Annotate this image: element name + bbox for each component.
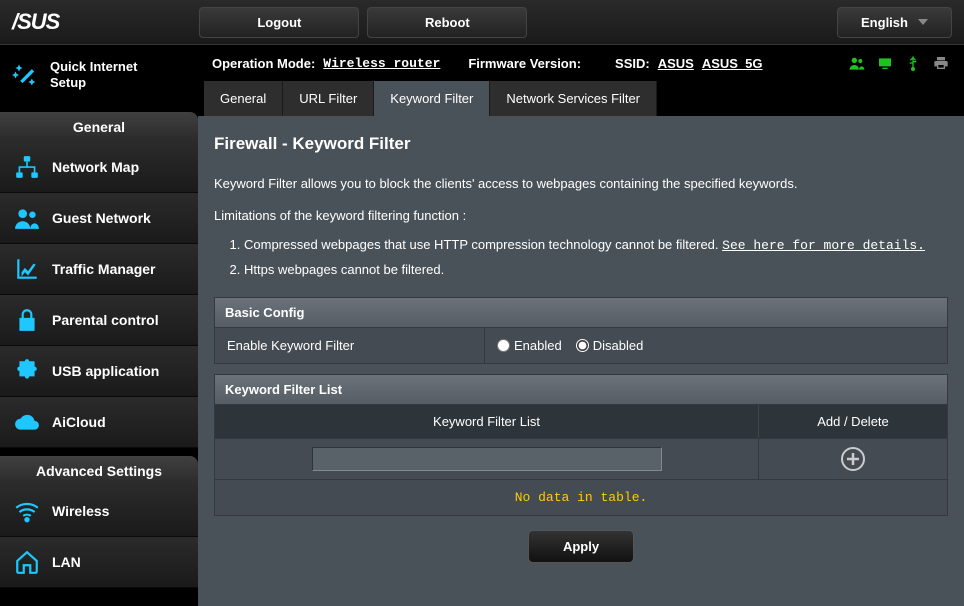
users-icon [14,205,40,231]
tabs: General URL Filter Keyword Filter Networ… [198,81,964,116]
keyword-input[interactable] [312,447,662,471]
sidebar-item-label: Traffic Manager [52,261,155,277]
sidebar-item-network-map[interactable]: Network Map [0,142,198,193]
general-section-header: General [0,112,198,142]
advanced-section-header: Advanced Settings [0,456,198,486]
sidebar-item-usb-application[interactable]: USB application [0,346,198,397]
info-bar: Operation Mode: Wireless router Firmware… [198,45,964,81]
wifi-icon [14,498,40,524]
page-description: Keyword Filter allows you to block the c… [214,174,948,194]
sidebar-item-label: Network Map [52,159,139,175]
tab-keyword-filter[interactable]: Keyword Filter [374,81,490,116]
limitations-title: Limitations of the keyword filtering fun… [214,208,948,223]
column-keyword-filter-list: Keyword Filter List [215,405,759,438]
limitations-list: Compressed webpages that use HTTP compre… [244,233,948,283]
quick-setup-label: Quick Internet Setup [50,59,137,90]
limitation-item: Compressed webpages that use HTTP compre… [244,233,948,259]
enabled-label: Enabled [514,338,562,353]
language-label: English [861,15,908,30]
column-add-delete: Add / Delete [759,405,947,438]
reboot-button[interactable]: Reboot [367,7,527,38]
ssid-label: SSID: [615,56,650,71]
wand-icon [12,61,40,89]
cloud-icon [14,409,40,435]
sidebar-item-label: LAN [52,554,81,570]
sidebar-item-guest-network[interactable]: Guest Network [0,193,198,244]
operation-mode-label: Operation Mode: [212,56,315,71]
disabled-radio-wrap[interactable]: Disabled [576,338,644,353]
chevron-down-icon [918,19,928,25]
ssid-2[interactable]: ASUS_5G [702,56,763,71]
tab-network-services-filter[interactable]: Network Services Filter [490,81,657,116]
sidebar-item-traffic-manager[interactable]: Traffic Manager [0,244,198,295]
keyword-filter-list-header: Keyword Filter List [214,374,948,405]
apply-button[interactable]: Apply [528,530,634,563]
traffic-icon [14,256,40,282]
device-status-icon[interactable] [876,55,894,71]
sidebar-item-aicloud[interactable]: AiCloud [0,397,198,448]
sidebar-item-wireless[interactable]: Wireless [0,486,198,537]
sidebar-item-label: Parental control [52,312,159,328]
no-data-message: No data in table. [214,480,948,516]
enabled-radio-wrap[interactable]: Enabled [497,338,562,353]
sidebar-item-parental-control[interactable]: Parental control [0,295,198,346]
logout-button[interactable]: Logout [199,7,359,38]
disabled-radio[interactable] [576,339,589,352]
enable-keyword-filter-label: Enable Keyword Filter [215,328,485,363]
lock-icon [14,307,40,333]
sidebar: Quick Internet Setup General Network Map… [0,45,198,606]
home-icon [14,549,40,575]
users-status-icon[interactable] [848,55,866,71]
sidebar-item-label: Wireless [52,503,109,519]
ssid-1[interactable]: ASUS [658,56,694,71]
sidebar-item-label: AiCloud [52,414,106,430]
usb-status-icon[interactable] [904,55,922,71]
network-map-icon [14,154,40,180]
sidebar-item-label: Guest Network [52,210,151,226]
printer-status-icon[interactable] [932,55,950,71]
sidebar-item-lan[interactable]: LAN [0,537,198,588]
language-dropdown[interactable]: English [837,7,952,38]
disabled-label: Disabled [593,338,644,353]
sidebar-item-label: USB application [52,363,159,379]
quick-internet-setup[interactable]: Quick Internet Setup [0,45,198,104]
tab-url-filter[interactable]: URL Filter [283,81,374,116]
page-title: Firewall - Keyword Filter [214,134,948,154]
logo: /SUS [12,9,59,35]
puzzle-icon [14,358,40,384]
tab-general[interactable]: General [204,81,283,116]
operation-mode-value[interactable]: Wireless router [323,56,440,71]
basic-config-header: Basic Config [214,297,948,328]
add-icon[interactable] [841,447,865,471]
firmware-version-label: Firmware Version: [468,56,581,71]
enabled-radio[interactable] [497,339,510,352]
limitation-item: Https webpages cannot be filtered. [244,258,948,283]
see-details-link[interactable]: See here for more details. [722,238,925,253]
